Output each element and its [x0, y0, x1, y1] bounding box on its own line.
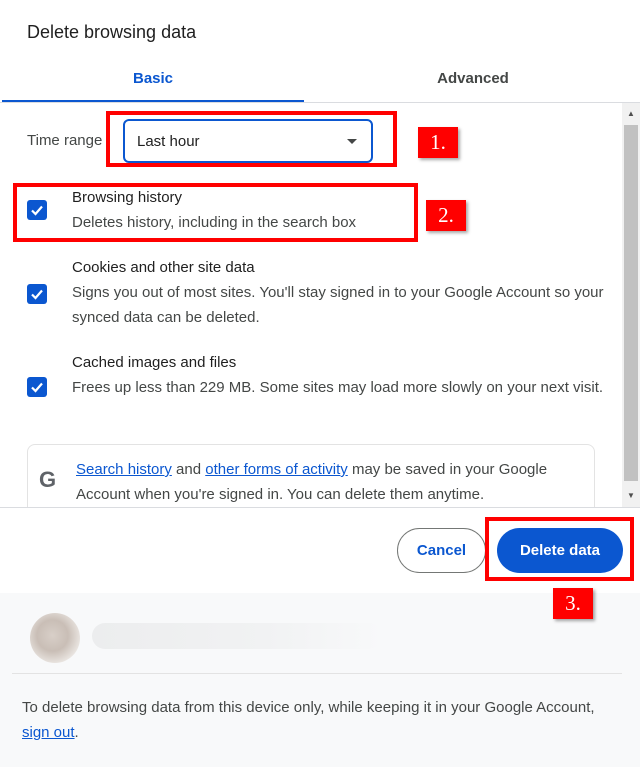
checkmark-icon — [31, 289, 43, 300]
delete-browsing-data-dialog: Delete browsing data Basic Advanced Time… — [0, 0, 644, 767]
dialog-title: Delete browsing data — [27, 22, 197, 42]
annotation-box-browsing-history — [13, 183, 418, 242]
google-g-icon: G — [39, 467, 57, 492]
other-activity-link[interactable]: other forms of activity — [205, 461, 348, 478]
avatar — [30, 613, 80, 663]
footer-text: To delete browsing data from this device… — [22, 695, 622, 745]
footer-text-before: To delete browsing data from this device… — [22, 699, 595, 716]
scrollbar[interactable]: ▲ ▼ — [622, 103, 640, 507]
checkmark-icon — [31, 382, 43, 393]
info-and: and — [171, 461, 206, 478]
time-range-label: Time range — [27, 132, 103, 149]
footer-text-after: . — [74, 724, 79, 741]
tab-advanced[interactable]: Advanced — [304, 62, 642, 103]
annotation-box-time-range — [106, 111, 397, 167]
option-title: Cached images and files — [72, 354, 237, 371]
account-footer: To delete browsing data from this device… — [0, 593, 640, 767]
cookies-checkbox[interactable] — [27, 284, 47, 304]
account-name-redacted — [92, 623, 382, 649]
tab-basic[interactable]: Basic — [2, 62, 304, 103]
tab-bar: Basic Advanced — [0, 62, 644, 103]
cancel-button[interactable]: Cancel — [397, 528, 486, 573]
google-activity-info: G Search history and other forms of acti… — [27, 444, 595, 507]
option-cookies: Cookies and other site data Signs you ou… — [0, 256, 620, 336]
option-title: Cookies and other site data — [72, 259, 255, 276]
scrollbar-thumb[interactable] — [624, 125, 638, 481]
cached-images-checkbox[interactable] — [27, 377, 47, 397]
search-history-link[interactable]: Search history — [76, 461, 172, 478]
actions-divider — [0, 507, 640, 508]
option-description: Signs you out of most sites. You'll stay… — [72, 284, 604, 326]
annotation-box-delete-button — [485, 517, 634, 581]
annotation-label-2: 2. — [426, 200, 466, 231]
account-card — [12, 601, 622, 673]
annotation-label-3: 3. — [553, 588, 593, 619]
option-description: Frees up less than 229 MB. Some sites ma… — [72, 379, 604, 396]
option-cached-images: Cached images and files Frees up less th… — [0, 351, 620, 431]
footer-divider — [12, 673, 622, 674]
annotation-label-1: 1. — [418, 127, 458, 158]
info-text: Search history and other forms of activi… — [76, 457, 591, 507]
sign-out-link[interactable]: sign out — [22, 724, 75, 741]
scroll-up-icon[interactable]: ▲ — [622, 105, 640, 123]
scroll-down-icon[interactable]: ▼ — [622, 487, 640, 505]
